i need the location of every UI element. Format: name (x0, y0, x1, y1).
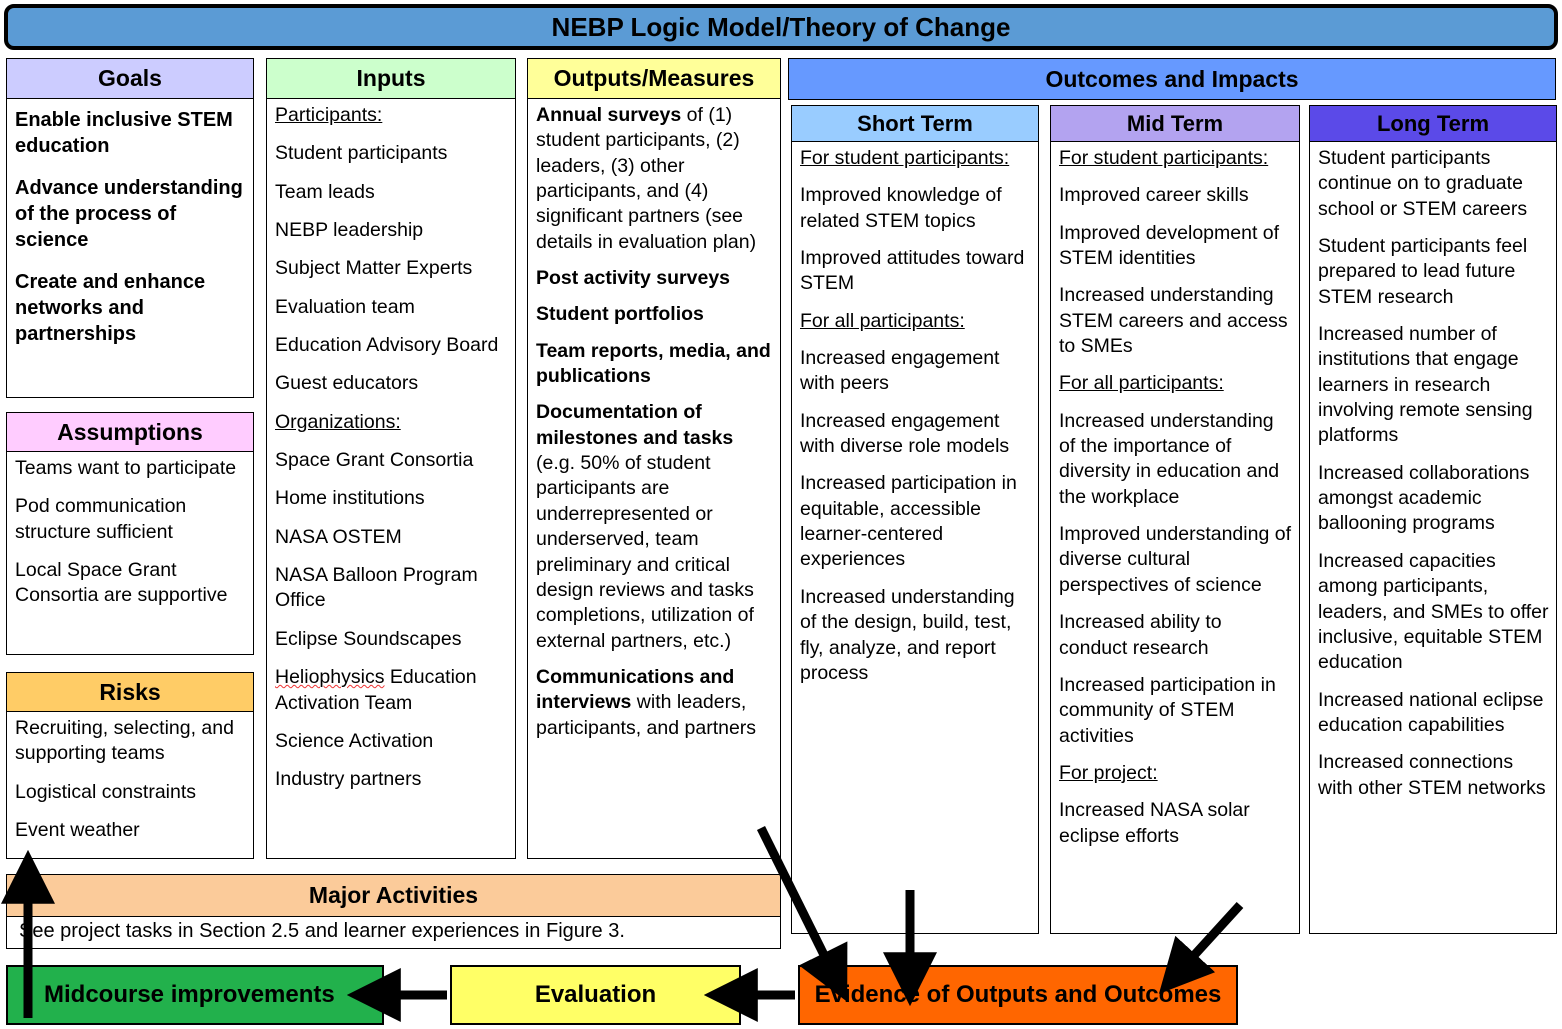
inputs-item: Home institutions (275, 487, 425, 510)
diagram-title: NEBP Logic Model/Theory of Change (4, 4, 1558, 50)
inputs-item-heliophysics: Heliophysics Education Activation Team (275, 665, 509, 716)
mid-term-item: Improved career skills (1059, 184, 1249, 207)
inputs-header: Inputs (267, 59, 515, 99)
evidence-of-outputs-and-outcomes-box: Evidence of Outputs and Outcomes (798, 965, 1238, 1025)
assumptions-item: Pod communication structure sufficient (15, 495, 187, 543)
inputs-item: NEBP leadership (275, 219, 424, 242)
short-term-item: Increased understanding of the design, b… (800, 585, 1015, 684)
goals-item: Enable inclusive STEM education (15, 109, 233, 157)
long-term-item: Increased capacities among participants,… (1318, 549, 1549, 674)
outputs-item-bold: Documentation of milestones and tasks (536, 401, 734, 449)
inputs-item: Eclipse Soundscapes (275, 627, 462, 650)
inputs-item: Education Advisory Board (275, 334, 499, 357)
short-term-item: Increased engagement with peers (800, 347, 1000, 395)
major-activities-panel: Major Activities See project tasks in Se… (6, 874, 781, 949)
short-term-item: Improved knowledge of related STEM topic… (800, 184, 1002, 232)
mid-term-item: Improved development of STEM identities (1059, 221, 1280, 270)
inputs-item: Evaluation team (275, 295, 415, 318)
risks-item: Logistical constraints (15, 780, 197, 803)
long-term-body: Student participants continue on to grad… (1310, 142, 1556, 819)
short-term-body: For student participants: Improved knowl… (792, 142, 1038, 704)
evaluation-box: Evaluation (450, 965, 741, 1025)
outputs-item-bold: Team reports, media, and publications (536, 339, 771, 388)
outputs-item: Post activity surveys (536, 266, 774, 291)
short-term-item: Increased engagement with diverse role m… (800, 409, 1010, 458)
outputs-item: Communications and interviews with leade… (536, 665, 774, 741)
mid-term-subheader: For project: (1059, 761, 1158, 784)
inputs-item: NASA OSTEM (275, 525, 402, 548)
long-term-item: Student participants continue on to grad… (1318, 147, 1528, 220)
risks-body: Recruiting, selecting, and supporting te… (7, 712, 253, 862)
mid-term-body: For student participants: Improved caree… (1051, 142, 1299, 867)
short-term-item: Improved attitudes toward STEM (800, 247, 1025, 295)
inputs-item: Student participants (275, 142, 448, 165)
inputs-item: Industry partners (275, 768, 422, 791)
outcomes-and-impacts-header: Outcomes and Impacts (788, 58, 1556, 100)
spellcheck-underline-text: Heliophysics (275, 666, 385, 689)
inputs-item: Space Grant Consortia (275, 449, 474, 472)
inputs-item: Science Activation (275, 729, 434, 752)
mid-term-subheader: For student participants: (1059, 147, 1269, 169)
outputs-item-text: (e.g. 50% of student participants are un… (536, 452, 754, 652)
long-term-header: Long Term (1310, 106, 1556, 142)
outputs-header: Outputs/Measures (528, 59, 780, 99)
assumptions-body: Teams want to participate Pod communicat… (7, 452, 253, 628)
mid-term-item: Increased understanding STEM careers and… (1059, 284, 1288, 358)
outputs-item-text: of (1) student participants, (2) leaders… (536, 104, 757, 253)
outputs-body: Annual surveys of (1) student participan… (528, 99, 780, 758)
long-term-item: Increased national eclipse education cap… (1318, 688, 1544, 736)
short-term-header: Short Term (792, 106, 1038, 142)
inputs-subheader-participants: Participants: (275, 104, 383, 126)
major-activities-header: Major Activities (7, 875, 780, 917)
goals-item: Create and enhance networks and partners… (15, 271, 206, 345)
outputs-item-bold: Annual surveys (536, 104, 682, 126)
outputs-item: Annual surveys of (1) student participan… (536, 103, 774, 255)
short-term-item: Increased participation in equitable, ac… (800, 472, 1017, 571)
midcourse-improvements-box: Midcourse improvements (6, 965, 384, 1025)
short-term-panel: Short Term For student participants: Imp… (791, 105, 1039, 934)
risks-panel: Risks Recruiting, selecting, and support… (6, 672, 254, 859)
inputs-item: NASA Balloon Program Office (275, 564, 478, 612)
short-term-subheader: For all participants: (800, 309, 965, 332)
long-term-item: Increased collaborations amongst academi… (1318, 461, 1530, 535)
assumptions-item: Teams want to participate (15, 457, 237, 479)
assumptions-header: Assumptions (7, 413, 253, 452)
risks-item: Recruiting, selecting, and supporting te… (15, 717, 234, 765)
inputs-panel: Inputs Participants: Student participant… (266, 58, 516, 859)
inputs-item: Team leads (275, 180, 375, 203)
outputs-item-bold: Student portfolios (536, 303, 704, 326)
goals-item: Advance understanding of the process of … (15, 177, 243, 251)
inputs-subheader-organizations: Organizations: (275, 410, 401, 433)
mid-term-item: Increased understanding of the importanc… (1059, 409, 1280, 508)
mid-term-panel: Mid Term For student participants: Impro… (1050, 105, 1300, 934)
inputs-body: Participants: Student participants Team … (267, 99, 515, 812)
long-term-item: Student participants feel prepared to le… (1318, 235, 1528, 308)
inputs-item: Guest educators (275, 372, 419, 395)
short-term-subheader: For student participants: (800, 147, 1010, 169)
risks-item: Event weather (15, 819, 140, 842)
mid-term-item: Increased NASA solar eclipse efforts (1059, 799, 1250, 847)
assumptions-panel: Assumptions Teams want to participate Po… (6, 412, 254, 655)
mid-term-subheader: For all participants: (1059, 372, 1224, 395)
major-activities-body: See project tasks in Section 2.5 and lea… (19, 920, 625, 942)
long-term-panel: Long Term Student participants continue … (1309, 105, 1557, 934)
goals-header: Goals (7, 59, 253, 99)
long-term-item: Increased connections with other STEM ne… (1318, 751, 1546, 799)
mid-term-item: Improved understanding of diverse cultur… (1059, 523, 1291, 596)
outputs-item: Documentation of milestones and tasks (e… (536, 400, 774, 653)
logic-model-diagram: NEBP Logic Model/Theory of Change Goals … (0, 0, 1562, 1029)
mid-term-header: Mid Term (1051, 106, 1299, 142)
outputs-item: Team reports, media, and publications (536, 339, 774, 390)
mid-term-item: Increased ability to conduct research (1059, 611, 1222, 659)
outputs-item: Student portfolios (536, 302, 774, 327)
inputs-item: Subject Matter Experts (275, 257, 473, 280)
long-term-item: Increased number of institutions that en… (1318, 323, 1533, 447)
mid-term-item: Increased participation in community of … (1059, 673, 1276, 747)
goals-body: Enable inclusive STEM education Advance … (7, 99, 253, 369)
assumptions-item: Local Space Grant Consortia are supporti… (15, 559, 228, 607)
outputs-item-bold: Post activity surveys (536, 267, 731, 290)
risks-header: Risks (7, 673, 253, 712)
goals-panel: Goals Enable inclusive STEM education Ad… (6, 58, 254, 398)
outputs-panel: Outputs/Measures Annual surveys of (1) s… (527, 58, 781, 859)
